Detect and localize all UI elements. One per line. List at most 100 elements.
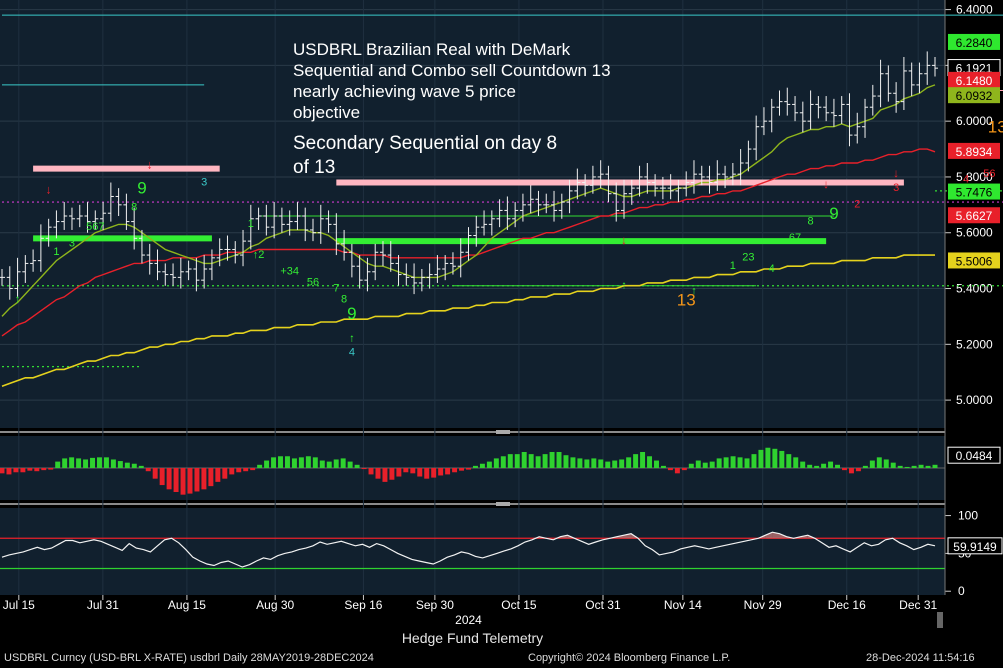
macd-histogram-bar — [667, 468, 673, 471]
x-tick-label: Sep 16 — [344, 598, 382, 612]
macd-histogram-bar — [312, 457, 318, 468]
macd-histogram-bar — [521, 452, 527, 468]
macd-histogram-bar — [375, 468, 381, 479]
macd-histogram-bar — [556, 452, 562, 468]
macd-histogram-bar — [807, 464, 813, 468]
macd-histogram-bar — [654, 460, 659, 468]
chart-title-line: objective — [293, 103, 360, 122]
demark-count-label: 4 — [769, 263, 775, 275]
macd-histogram-bar — [626, 457, 632, 468]
macd-histogram-bar — [159, 468, 165, 486]
macd-histogram-bar — [751, 454, 757, 468]
demark-count-label: ↓ — [823, 177, 829, 191]
macd-histogram-bar — [528, 454, 534, 468]
macd-histogram-bar — [305, 456, 311, 468]
x-tick-label: Aug 30 — [256, 598, 294, 612]
last-value-label: 5.6627 — [956, 209, 993, 223]
last-value-label: 6.1480 — [956, 74, 993, 88]
macd-histogram-bar — [821, 463, 827, 468]
x-tick-label: Dec 16 — [828, 598, 866, 612]
demark-count-label: ↑ — [349, 333, 355, 345]
copyright: Copyright© 2024 Bloomberg Finance L.P. — [528, 652, 731, 664]
macd-histogram-bar — [138, 465, 144, 468]
macd-histogram-bar — [284, 456, 290, 468]
demark-count-label: +34 — [280, 266, 299, 278]
macd-histogram-bar — [890, 462, 896, 468]
demark-count-label: 3 — [69, 238, 75, 250]
annotation-line: of 13 — [293, 157, 335, 178]
macd-histogram-bar — [319, 460, 325, 468]
macd-histogram-bar — [6, 468, 12, 475]
demark-count-label: 9 — [829, 204, 838, 223]
macd-histogram-bar — [396, 468, 402, 477]
macd-histogram-bar — [688, 463, 694, 468]
macd-histogram-bar — [681, 468, 687, 471]
macd-histogram-bar — [236, 468, 242, 473]
demark-count-label: 1 — [53, 246, 59, 258]
macd-histogram-bar — [96, 457, 102, 468]
macd-histogram-bar — [702, 462, 708, 468]
macd-histogram-bar — [793, 457, 799, 468]
macd-histogram-bar — [187, 468, 193, 494]
macd-histogram-bar — [0, 468, 5, 474]
macd-histogram-bar — [932, 464, 938, 468]
macd-histogram-bar — [828, 461, 834, 468]
macd-histogram-bar — [619, 459, 625, 468]
macd-histogram-bar — [382, 468, 388, 482]
macd-histogram-bar — [438, 468, 444, 476]
demark-count-label: 13 — [988, 117, 1003, 136]
panel-resize-handle — [496, 502, 510, 506]
macd-histogram-bar — [633, 454, 639, 468]
macd-histogram-bar — [577, 458, 583, 468]
demark-count-label: 9 — [137, 179, 146, 198]
demark-count-label: 7 — [333, 282, 339, 294]
timestamp: 28-Dec-2024 11:54:16 — [866, 652, 975, 664]
x-tick-label: Oct 31 — [585, 598, 621, 612]
macd-histogram-bar — [124, 462, 130, 468]
macd-histogram-bar — [264, 460, 270, 468]
demark-count-label: ↓ — [893, 166, 899, 180]
macd-histogram-bar — [598, 459, 604, 468]
macd-histogram-bar — [452, 468, 458, 473]
macd-histogram-bar — [103, 457, 109, 468]
price-tick-label: 5.0000 — [956, 393, 993, 407]
macd-histogram-bar — [13, 468, 19, 473]
price-tick-label: 5.6000 — [956, 226, 993, 240]
demark-count-label: ↓ — [147, 158, 153, 172]
macd-histogram-bar — [500, 456, 506, 468]
footer-bar: USDBRL Curncy (USD-BRL X-RATE) usdbrl Da… — [0, 650, 1003, 668]
demark-count-label: 56 — [307, 277, 319, 289]
macd-histogram-bar — [361, 468, 367, 470]
macd-histogram-bar — [340, 458, 346, 468]
demark-count-label: 9 — [347, 304, 356, 323]
macd-histogram-bar — [549, 452, 555, 468]
chart-canvas: 6.40006.20006.00005.80005.60005.40005.20… — [0, 0, 1003, 668]
macd-histogram-bar — [62, 458, 68, 468]
macd-histogram-bar — [862, 465, 868, 468]
macd-histogram-bar — [417, 468, 423, 477]
macd-histogram-bar — [389, 468, 395, 480]
chart-title-line: nearly achieving wave 5 price — [293, 82, 516, 101]
macd-histogram-bar — [744, 458, 750, 468]
macd-histogram-bar — [591, 458, 597, 468]
macd-histogram-bar — [48, 468, 54, 470]
macd-histogram-bar — [765, 447, 771, 468]
macd-histogram-bar — [250, 468, 256, 471]
macd-histogram-bar — [876, 457, 882, 468]
macd-histogram-bar — [925, 465, 931, 468]
demark-count-label: 1 — [730, 260, 736, 272]
macd-histogram-bar — [90, 457, 95, 468]
macd-histogram-bar — [41, 468, 47, 471]
last-value-label: 6.0932 — [956, 89, 993, 103]
macd-histogram-bar — [333, 459, 339, 468]
rsi-tick-label: 0 — [958, 584, 965, 598]
macd-histogram-bar — [229, 468, 235, 475]
macd-histogram-bar — [695, 460, 701, 468]
macd-histogram-bar — [55, 461, 61, 468]
macd-histogram-bar — [514, 454, 520, 468]
demark-count-label: ↓ — [46, 183, 52, 197]
chart-title-line: Sequential and Combo sell Countdown 13 — [293, 61, 611, 80]
x-tick-label: Nov 29 — [744, 598, 782, 612]
demark-count-label: ↓ — [621, 233, 627, 247]
last-value-label: 5.8934 — [956, 145, 993, 159]
